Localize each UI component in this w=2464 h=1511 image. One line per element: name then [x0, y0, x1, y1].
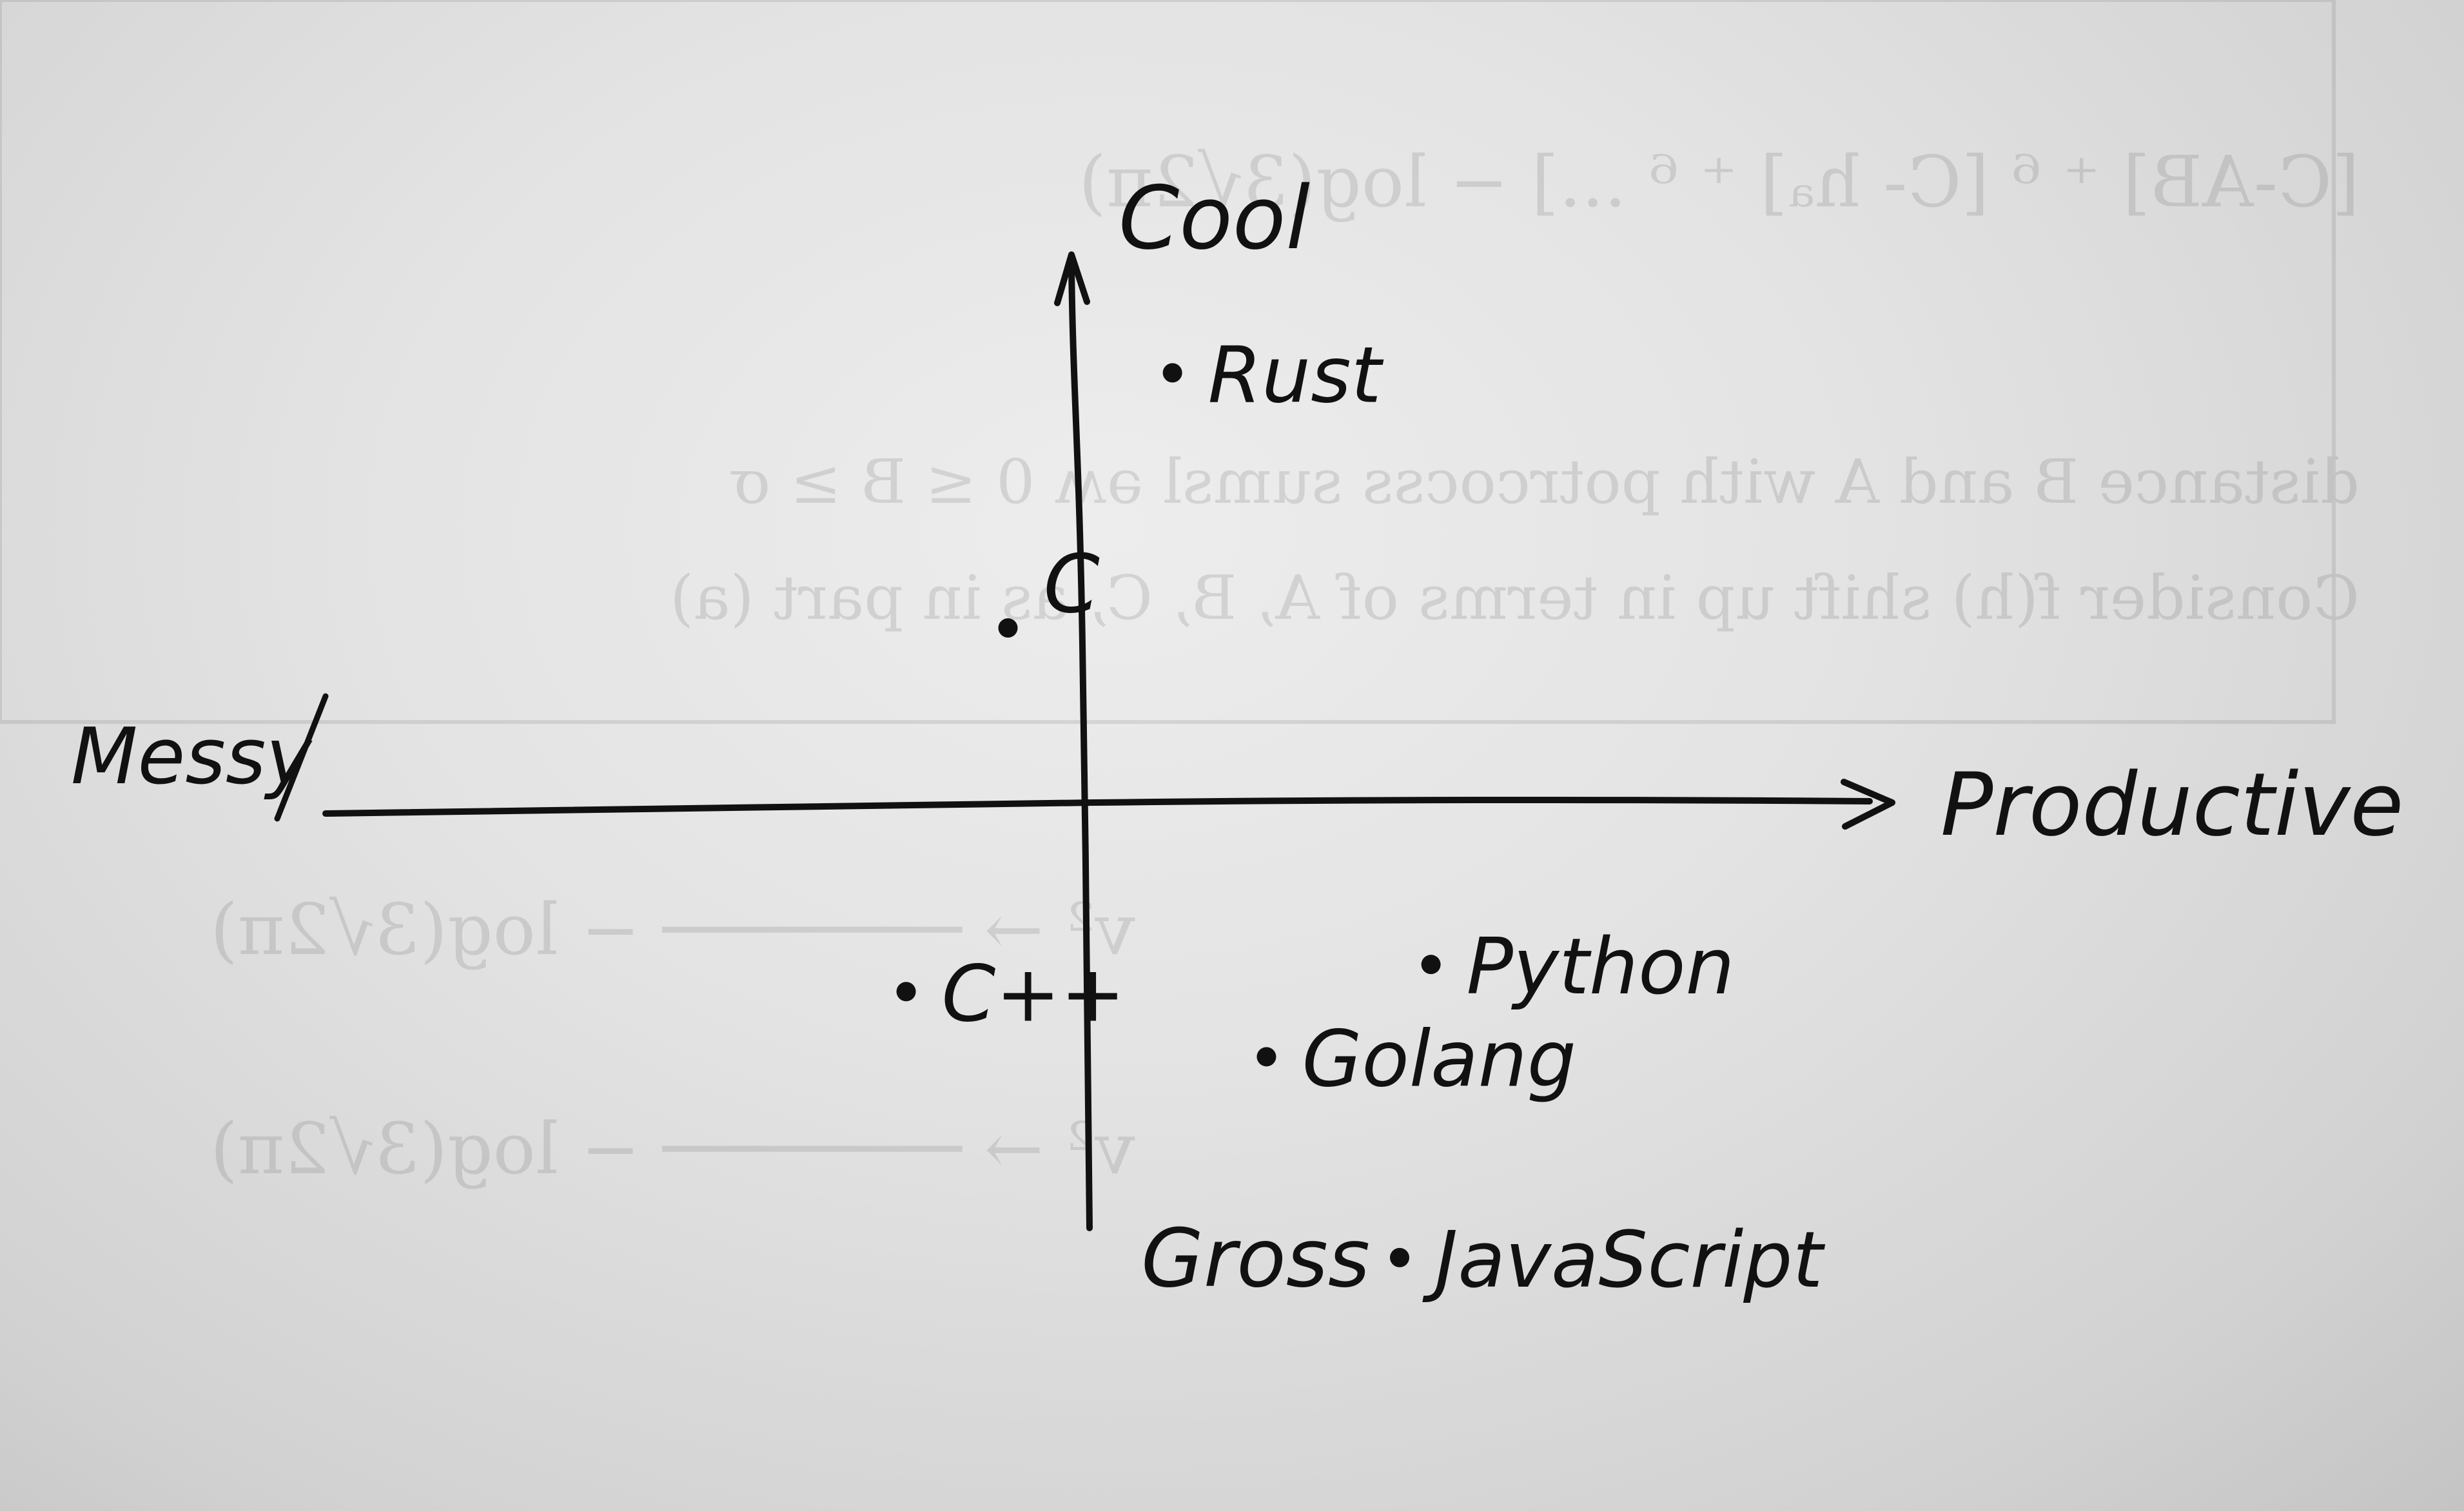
- y-axis-line: [1068, 261, 1093, 1231]
- quadrant-chart: Messy Productive Cool Gross Rust C C++ Pyth…: [71, 168, 2403, 1305]
- y-axis-positive-label: Cool: [1119, 168, 1310, 269]
- label-javascript: JavaScript: [1422, 1216, 1825, 1305]
- data-points: Rust C C++ PythonGolang JavaScript: [896, 331, 1825, 1305]
- x-axis-line: [322, 796, 1873, 817]
- x-axis-positive-label: Productive: [1941, 754, 2403, 855]
- point-rust: [1162, 363, 1182, 383]
- point-c: [998, 618, 1018, 638]
- y-axis-negative-label: Gross: [1141, 1212, 1370, 1305]
- point-c: [896, 982, 916, 1002]
- label-python: Python: [1467, 922, 1735, 1012]
- point-python: [1421, 955, 1441, 975]
- label-golang: Golang: [1302, 1015, 1576, 1104]
- point-javascript: [1390, 1247, 1409, 1267]
- label-c: C++: [942, 950, 1126, 1039]
- x-axis-negative-label: Messy: [71, 712, 313, 802]
- label-rust: Rust: [1208, 331, 1384, 420]
- photo-of-paper: [C-AB] ⁺ ⁶ [C- hₐ] ⁺ ⁶ ...] − log(3√2π) …: [0, 0, 2464, 1511]
- point-golang: [1256, 1047, 1276, 1067]
- label-c: C: [1044, 538, 1100, 631]
